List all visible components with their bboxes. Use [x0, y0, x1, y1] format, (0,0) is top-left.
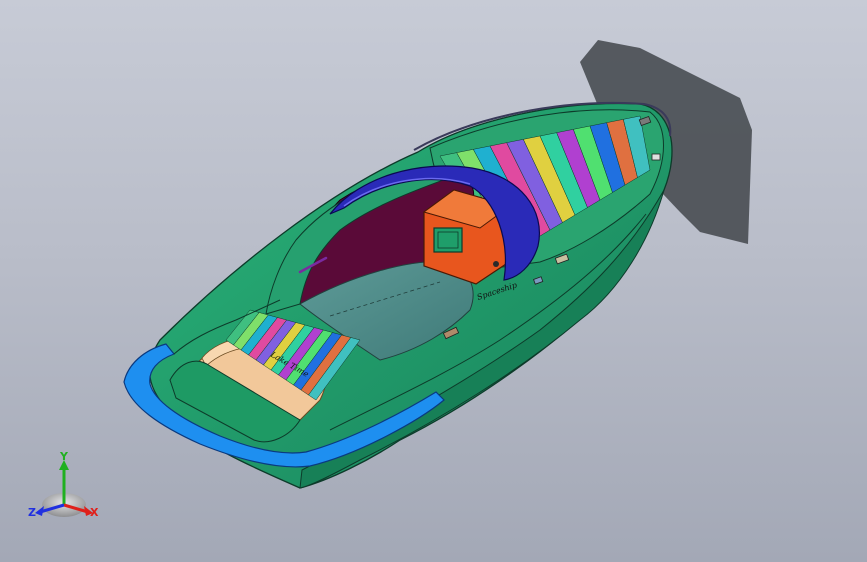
triad-z-arrow-icon — [35, 506, 44, 516]
triad-z-label: Z — [28, 506, 36, 519]
bow-light[interactable] — [651, 153, 661, 161]
engine-vent-knob[interactable] — [493, 261, 499, 267]
axis-triad[interactable]: Y X Z — [28, 450, 99, 519]
cad-viewport[interactable]: Lake Time Spaceship Y X Z — [0, 0, 867, 562]
triad-x-label: X — [90, 506, 99, 519]
cad-scene[interactable]: Lake Time Spaceship Y X Z — [0, 0, 867, 562]
triad-y-label: Y — [59, 450, 69, 463]
